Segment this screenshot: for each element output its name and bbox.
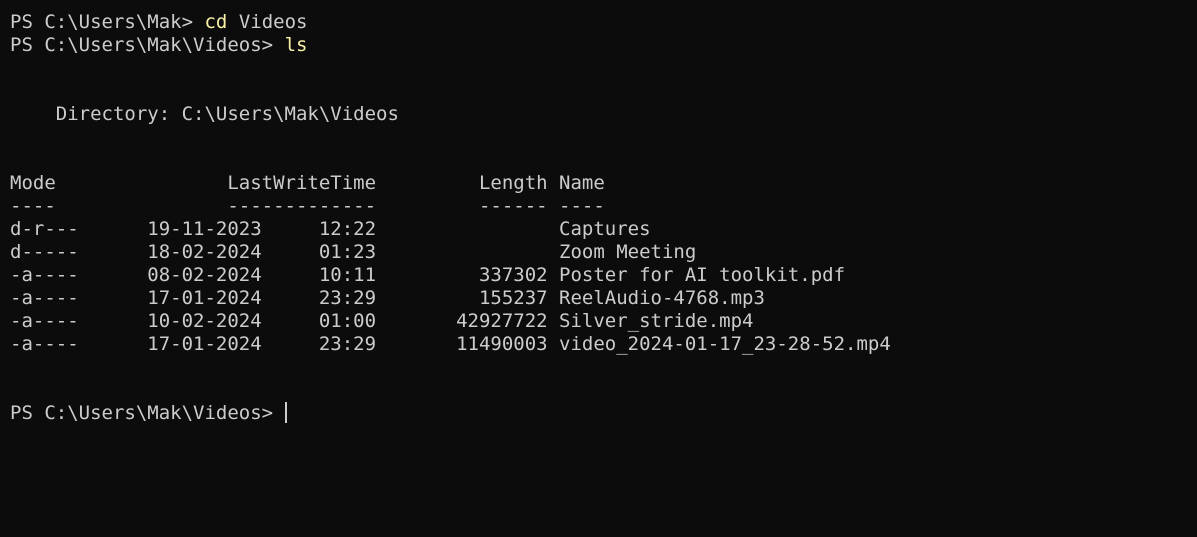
row-time: 23:29 — [318, 287, 377, 309]
row-time: 01:23 — [318, 241, 377, 263]
row-length: 337302 — [478, 264, 548, 286]
row-name: Poster for AI toolkit.pdf — [559, 264, 846, 286]
directory-heading: Directory: C:\Users\Mak\Videos — [55, 103, 399, 125]
table-row: -a---- 17-01-2024 23:29 155237 ReelAudio-476… — [10, 287, 1187, 310]
prompt-text: PS C:\Users\Mak\Videos> — [10, 402, 274, 424]
row-length: 42927722 — [456, 310, 548, 332]
header-mode: Mode — [10, 172, 56, 194]
row-mode: -a---- — [10, 310, 79, 332]
terminal-window[interactable]: PS C:\Users\Mak> cd Videos PS C:\Users\M… — [0, 0, 1197, 537]
underline-mode: ---- — [10, 195, 56, 217]
row-mode: d----- — [10, 241, 79, 263]
row-date: 10-02-2024 — [147, 310, 262, 332]
table-header-underline: ---- ------------- ------ ---- — [10, 195, 1187, 218]
underline-length: ------ — [478, 195, 548, 217]
row-time: 10:11 — [318, 264, 377, 286]
command-text: ls — [284, 34, 308, 56]
table-row: d-r--- 19-11-2023 12:22 Captures — [10, 218, 1187, 241]
command-text: cd — [204, 11, 228, 33]
prompt-text: PS C:\Users\Mak> — [10, 11, 194, 33]
row-name: ReelAudio-4768.mp3 — [559, 287, 765, 309]
row-name: Zoom Meeting — [559, 241, 697, 263]
table-row: -a---- 10-02-2024 01:00 42927722 Silver_stri… — [10, 310, 1187, 333]
row-date: 17-01-2024 — [147, 287, 262, 309]
row-length: 155237 — [478, 287, 548, 309]
row-name: Captures — [559, 218, 651, 240]
table-row: -a---- 08-02-2024 10:11 337302 Poster for AI… — [10, 264, 1187, 287]
underline-name: ---- — [559, 195, 605, 217]
history-line-1: PS C:\Users\Mak> cd Videos — [10, 11, 1187, 34]
command-argument: Videos — [238, 11, 308, 33]
row-mode: -a---- — [10, 287, 79, 309]
active-prompt-line[interactable]: PS C:\Users\Mak\Videos> — [10, 402, 1187, 425]
row-name: Silver_stride.mp4 — [559, 310, 754, 332]
table-row: -a---- 17-01-2024 23:29 11490003 video_2024-… — [10, 333, 1187, 356]
table-row: d----- 18-02-2024 01:23 Zoom Meeting — [10, 241, 1187, 264]
row-mode: -a---- — [10, 264, 79, 286]
header-length: Length — [478, 172, 548, 194]
underline-lastwritetime: ------------- — [227, 195, 377, 217]
row-date: 08-02-2024 — [147, 264, 262, 286]
header-lastwritetime: LastWriteTime — [227, 172, 377, 194]
row-date: 17-01-2024 — [147, 333, 262, 355]
row-name: video_2024-01-17_23-28-52.mp4 — [559, 333, 891, 355]
row-mode: -a---- — [10, 333, 79, 355]
row-time: 12:22 — [318, 218, 377, 240]
row-length: 11490003 — [456, 333, 548, 355]
row-date: 19-11-2023 — [147, 218, 262, 240]
header-name: Name — [559, 172, 605, 194]
row-time: 01:00 — [318, 310, 377, 332]
table-header: Mode LastWriteTime Length Name — [10, 172, 1187, 195]
prompt-text: PS C:\Users\Mak\Videos> — [10, 34, 274, 56]
row-date: 18-02-2024 — [147, 241, 262, 263]
text-cursor[interactable] — [284, 402, 287, 423]
row-time: 23:29 — [318, 333, 377, 355]
history-line-2: PS C:\Users\Mak\Videos> ls — [10, 34, 1187, 57]
row-mode: d-r--- — [10, 218, 79, 240]
